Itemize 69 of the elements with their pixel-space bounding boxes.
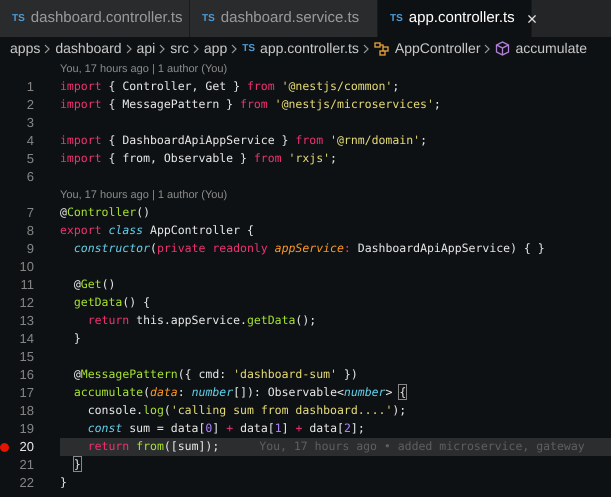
line-number: 16 (18, 366, 34, 384)
line-number: 8 (26, 222, 34, 240)
breadcrumb-item[interactable]: src (170, 38, 189, 59)
chevron-icon (159, 44, 166, 54)
line-number: 4 (26, 132, 34, 150)
editor-tab[interactable]: TS dashboard.controller.ts (0, 0, 190, 37)
code-line: @MessagePattern({ cmd: 'dashboard-sum' }) (72, 366, 358, 384)
line-number: 11 (20, 276, 34, 294)
code-line: getData() { (72, 294, 150, 312)
line-number: 18 (18, 402, 34, 420)
blame-annotation[interactable]: You, 17 hours ago | 1 author (You) (60, 60, 228, 78)
line-number: 3 (26, 114, 34, 132)
breadcrumb-item[interactable]: api (136, 38, 156, 59)
code-line: } (72, 330, 81, 348)
code-line: } (72, 456, 81, 474)
tab-label: dashboard.controller.ts (30, 8, 183, 28)
tab-label: dashboard.service.ts (220, 8, 360, 28)
chevron-icon (126, 44, 133, 54)
breadcrumb-item[interactable]: AppController (394, 38, 480, 59)
code-line: export class AppController { (60, 222, 254, 240)
chevron-icon (192, 44, 200, 54)
line-number: 5 (26, 150, 34, 168)
code-line: import { Controller, Get } from '@nestjs/common'; (60, 78, 400, 96)
code-line: import { DashboardApiAppService } from '@rnm/domain'; (60, 132, 427, 150)
line-number: 20 (18, 438, 34, 456)
line-number: 13 (18, 312, 34, 330)
line-number: 12 (18, 294, 34, 312)
code-line: console.log('calling sum from dashboard....'); (86, 402, 406, 420)
blame-annotation[interactable]: You, 17 hours ago | 1 author (You) (60, 186, 228, 204)
line-number: 22 (18, 474, 34, 492)
line-number: 21 (18, 456, 34, 474)
chevron-icon (44, 44, 52, 54)
tab-label: app.controller.ts (408, 8, 515, 28)
line-number: 1 (26, 78, 34, 96)
code-line: return from([sum]); (86, 438, 220, 456)
code-line: @Get() (72, 276, 116, 294)
class-icon (374, 42, 390, 56)
chevron-icon (231, 44, 238, 54)
line-number: 6 (26, 168, 34, 186)
typescript-icon: TS (390, 11, 403, 26)
line-number: 14 (18, 330, 34, 348)
code-line: import { MessagePattern } from '@nestjs/microservices'; (60, 96, 441, 114)
breadcrumb-item[interactable]: dashboard (55, 38, 122, 59)
line-number: 17 (18, 384, 34, 402)
code-line: import { from, Observable } from 'rxjs'; (60, 150, 337, 168)
chevron-icon (362, 44, 370, 54)
line-number: 19 (18, 420, 34, 438)
code-line: @Controller() (60, 204, 150, 222)
code-line: constructor(private readonly appService: DashboardApiAppService) { } (72, 240, 545, 258)
typescript-icon: TS (242, 41, 256, 56)
editor-tab[interactable]: TS dashboard.service.ts (190, 0, 378, 37)
code-line: accumulate(data: number[]): Observable<number> { (72, 384, 406, 402)
typescript-icon: TS (202, 11, 215, 26)
breadcrumb-item[interactable]: apps (10, 38, 40, 59)
line-number: 2 (26, 96, 34, 114)
code-line: return this.appService.getData(); (86, 312, 316, 330)
code-line: } (60, 474, 67, 492)
line-number: 9 (26, 240, 34, 258)
typescript-icon: TS (12, 11, 25, 26)
code-line: const sum = data[0] + data[1] + data[2]; (86, 420, 365, 438)
breadcrumb-item[interactable]: app.controller.ts (260, 38, 359, 59)
breakpoint-icon[interactable] (0, 442, 8, 452)
chevron-icon (484, 44, 492, 54)
line-number: 10 (18, 258, 34, 276)
line-number: 15 (18, 348, 34, 366)
breadcrumb-item[interactable]: accumulate (515, 38, 588, 59)
line-number: 7 (26, 204, 34, 222)
breadcrumb-item[interactable]: app (204, 38, 228, 59)
cube-icon (495, 41, 510, 56)
